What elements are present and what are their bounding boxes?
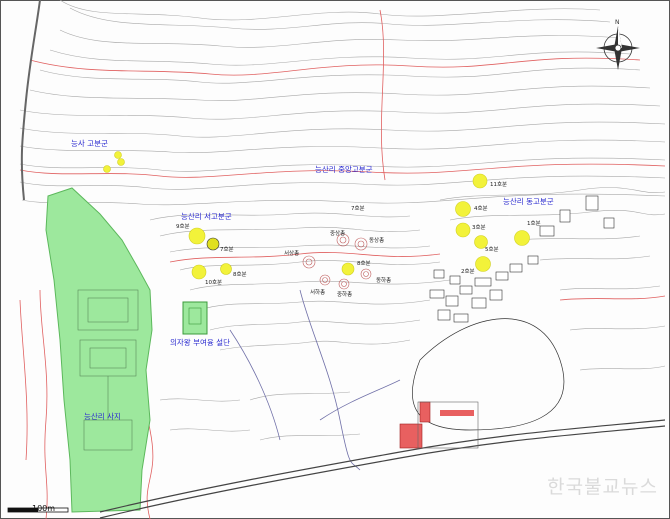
label-central-7: 7호분 — [351, 206, 365, 212]
scale-label: 100m — [32, 504, 56, 513]
label-east-5: 5호분 — [485, 247, 499, 253]
altar-area — [182, 301, 208, 335]
marker-east-1 — [514, 230, 530, 246]
marker-east-2 — [475, 256, 491, 272]
label-west-10: 10호분 — [205, 280, 223, 286]
paths — [229, 289, 401, 471]
label-east-11: 11호분 — [490, 182, 508, 188]
terrain-svg: N — [0, 0, 670, 519]
label-east-2: 2호분 — [461, 269, 475, 275]
label-temple-site: 능산리 사지 — [84, 412, 121, 421]
label-central-jungsang: 중상총 — [330, 231, 346, 237]
label-west-8: 8호분 — [233, 272, 247, 278]
label-east-1: 1호분 — [527, 221, 541, 227]
marker-ansa-2 — [117, 158, 125, 166]
label-east-3: 3호분 — [472, 225, 486, 231]
label-east-4: 4호분 — [474, 206, 488, 212]
label-central-dongsang: 동상총 — [369, 238, 385, 244]
label-central-seoha: 서하총 — [310, 290, 326, 296]
marker-west-8 — [220, 263, 232, 275]
label-ansa-group: 능사 고분군 — [71, 139, 108, 148]
compass-rose-icon: N — [596, 19, 640, 70]
marker-east-4 — [455, 201, 471, 217]
label-central-group: 능산리 중앙고분군 — [315, 165, 373, 174]
label-west-group: 능산리 서고분군 — [181, 212, 232, 221]
label-central-8: 8호분 — [357, 261, 371, 267]
marker-central-8 — [341, 262, 355, 276]
watermark: 한국불교뉴스 — [547, 476, 658, 498]
marker-west-10 — [191, 264, 207, 280]
label-central-jungha: 중하총 — [337, 292, 353, 298]
marker-east-3 — [455, 222, 471, 238]
svg-text:N: N — [615, 19, 620, 26]
marker-ansa-1 — [114, 151, 122, 159]
site-map: N 능사 고분군 능산리 서고분군 능산리 중앙고분군 능산리 동고분군 의자왕… — [0, 0, 670, 519]
marker-east-11 — [472, 173, 488, 189]
label-central-dongha: 동하총 — [376, 278, 392, 284]
label-east-group: 능산리 동고분군 — [503, 197, 554, 206]
left-road — [20, 0, 41, 201]
marker-ansa-3 — [103, 165, 111, 173]
label-west-9: 9호분 — [176, 224, 190, 230]
museum-area — [399, 318, 565, 449]
label-central-seosang: 서상총 — [284, 251, 300, 257]
main-road — [99, 419, 666, 519]
marker-west-7 — [206, 237, 220, 251]
label-altar: 의자왕 부여융 설단 — [170, 338, 230, 347]
marker-west-9 — [188, 227, 206, 245]
label-west-7: 7호분 — [220, 247, 234, 253]
